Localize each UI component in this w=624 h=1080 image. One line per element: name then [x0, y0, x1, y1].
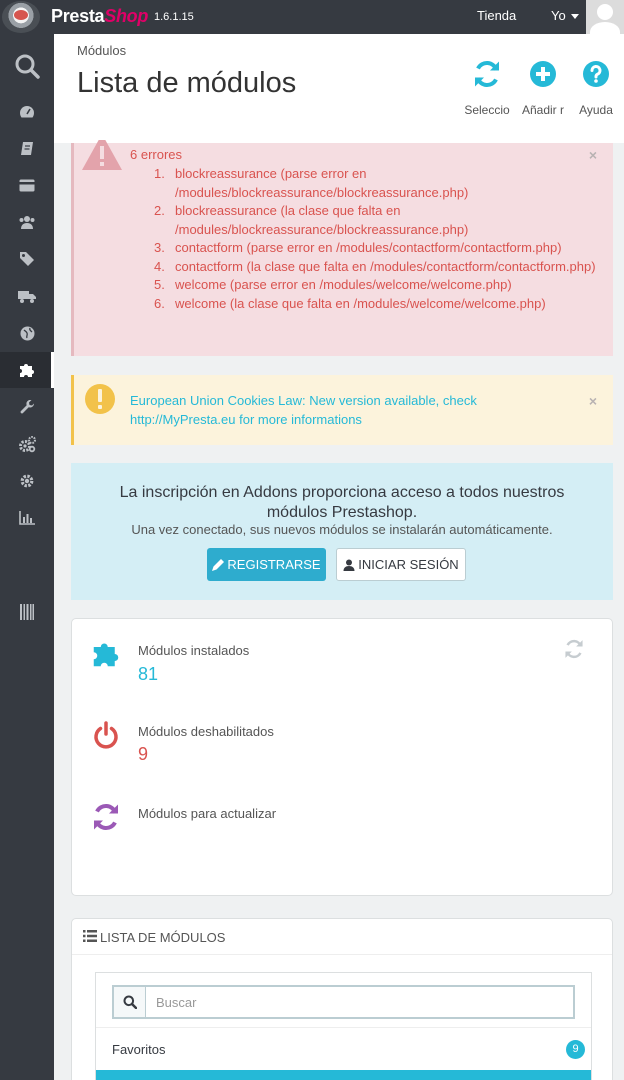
login-label: INICIAR SESIÓN — [358, 557, 459, 572]
toolbar-add-button[interactable]: Añadir r — [518, 60, 568, 117]
sidebar-item-administration[interactable] — [0, 463, 54, 499]
sidebar-item-search[interactable] — [0, 48, 54, 84]
warning-link[interactable]: European Union Cookies Law: New version … — [130, 391, 550, 429]
warning-triangle-icon — [82, 140, 122, 170]
favorites-label: Favoritos — [112, 1042, 166, 1057]
globe-icon — [20, 326, 34, 340]
category-favorites[interactable]: Favoritos 9 — [96, 1027, 591, 1069]
error-count: 6 errores — [130, 147, 183, 162]
favorites-count-badge: 9 — [566, 1040, 585, 1059]
warning-close-button[interactable]: × — [589, 393, 597, 409]
avatar[interactable] — [586, 0, 624, 34]
sidebar-item-localization[interactable] — [0, 315, 54, 351]
customers-icon — [19, 216, 35, 229]
error-list: blockreassurance (parse error en /module… — [149, 165, 604, 313]
prestashop-logo-icon[interactable] — [2, 1, 40, 33]
login-button[interactable]: INICIAR SESIÓN — [336, 548, 466, 581]
toolbar-select-label: Seleccio — [464, 103, 510, 117]
error-item: contactform (la clase que falta en /modu… — [154, 258, 596, 276]
error-item: contactform (parse error en /modules/con… — [154, 239, 562, 257]
credit-card-icon — [19, 179, 35, 191]
sidebar-item-customers[interactable] — [0, 204, 54, 240]
search-box — [112, 985, 575, 1019]
brand-main: Presta — [51, 6, 105, 26]
category-selected-row[interactable] — [96, 1070, 591, 1080]
sidebar-item-dashboard[interactable] — [0, 94, 54, 130]
error-item: blockreassurance (parse error en /module… — [154, 165, 469, 200]
help-icon — [583, 61, 609, 87]
stats-icon — [19, 511, 35, 525]
installed-modules-count[interactable]: 81 — [138, 664, 158, 685]
gear-icon — [20, 474, 34, 488]
version-label: 1.6.1.15 — [154, 11, 194, 23]
toolbar-help-label: Ayuda — [579, 103, 613, 117]
sidebar — [0, 34, 54, 1080]
module-list-panel: Lista de módulos Favoritos 9 — [71, 918, 613, 1080]
sidebar-item-modules[interactable] — [0, 352, 54, 388]
disabled-modules-label: Módulos deshabilitados — [138, 724, 274, 739]
plus-circle-icon — [530, 61, 556, 87]
module-list-header: Lista de módulos — [72, 919, 612, 955]
sidebar-item-catalog[interactable] — [0, 167, 54, 203]
search-icon — [123, 995, 137, 1009]
exclamation-circle-icon — [85, 384, 115, 414]
power-icon — [94, 721, 118, 749]
error-close-button[interactable]: × — [589, 147, 597, 163]
toolbar-add-label: Añadir r — [521, 103, 565, 117]
warning-alert: European Union Cookies Law: New version … — [71, 375, 613, 445]
sidebar-item-shipping[interactable] — [0, 278, 54, 314]
category-list: Favoritos 9 — [95, 972, 592, 1080]
barcode-icon — [20, 604, 34, 620]
error-item: welcome (parse error en /modules/welcome… — [154, 276, 512, 294]
sidebar-item-collapse[interactable] — [0, 594, 54, 630]
caret-down-icon — [570, 14, 579, 20]
register-label: REGISTRARSE — [227, 557, 321, 572]
brand-name[interactable]: PrestaShop — [51, 6, 148, 27]
refresh-icon — [475, 60, 499, 88]
top-bar: PrestaShop 1.6.1.15 Tienda Yo — [0, 0, 624, 34]
refresh-stats-icon[interactable] — [564, 639, 584, 659]
sidebar-item-price-rules[interactable] — [0, 241, 54, 277]
puzzle-icon — [93, 643, 119, 667]
shop-link[interactable]: Tienda — [477, 8, 516, 23]
sidebar-item-orders[interactable] — [0, 130, 54, 166]
list-icon — [83, 930, 97, 942]
disabled-modules-count[interactable]: 9 — [138, 744, 148, 765]
toolbar-select-button[interactable]: Seleccio — [460, 60, 514, 117]
module-list-heading: Lista de módulos — [100, 930, 226, 945]
addons-subtitle: Una vez conectado, sus nuevos módulos se… — [131, 522, 553, 537]
puzzle-icon — [20, 364, 34, 377]
sidebar-item-advanced[interactable] — [0, 426, 54, 462]
orders-icon — [21, 141, 33, 155]
installed-modules-label: Módulos instalados — [138, 643, 250, 658]
sidebar-item-stats[interactable] — [0, 500, 54, 536]
error-item: welcome (la clase que falta en /modules/… — [154, 295, 546, 313]
search-addon — [114, 987, 146, 1017]
sidebar-item-preferences[interactable] — [0, 389, 54, 425]
search-input[interactable] — [147, 987, 573, 1017]
update-modules-label[interactable]: Módulos para actualizar — [138, 806, 276, 821]
search-icon — [15, 54, 40, 79]
tags-icon — [20, 252, 34, 266]
error-alert: 6 errores × blockreassurance (parse erro… — [71, 140, 613, 356]
user-menu-label: Yo — [551, 8, 566, 23]
user-menu[interactable]: Yo — [551, 8, 579, 23]
brand-accent: Shop — [104, 6, 149, 26]
page-title: Lista de módulos — [77, 67, 297, 99]
update-refresh-icon — [94, 803, 118, 831]
user-icon — [343, 559, 355, 571]
truck-icon — [18, 290, 36, 303]
addons-title: La inscripción en Addons proporciona acc… — [119, 484, 565, 521]
page-header: Módulos Lista de módulos Seleccio Añadir… — [54, 34, 624, 143]
pencil-icon — [212, 559, 225, 571]
modules-stats-panel: Módulos instalados 81 Módulos deshabilit… — [71, 618, 613, 896]
breadcrumb[interactable]: Módulos — [77, 43, 126, 58]
error-item: blockreassurance (la clase que falta en … — [154, 202, 469, 237]
dashboard-icon — [20, 106, 34, 118]
wrench-icon — [20, 399, 34, 413]
toolbar-help-button[interactable]: Ayuda — [574, 60, 618, 117]
cogs-icon — [18, 435, 36, 452]
register-button[interactable]: REGISTRARSE — [207, 548, 326, 581]
addons-panel: La inscripción en Addons proporciona acc… — [71, 463, 613, 600]
